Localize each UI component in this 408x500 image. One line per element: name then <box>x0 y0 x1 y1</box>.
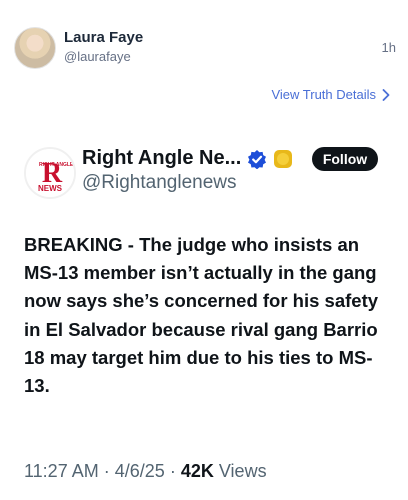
view-truth-details-label: View Truth Details <box>271 87 376 102</box>
view-truth-details-link[interactable]: View Truth Details <box>271 87 390 102</box>
svg-text:NEWS: NEWS <box>38 184 63 193</box>
author-handle[interactable]: @laurafaye <box>64 49 131 64</box>
meta-separator: · <box>103 461 110 481</box>
tweet-text: BREAKING - The judge who insists an MS-1… <box>24 234 379 397</box>
gold-badge-icon <box>274 149 293 168</box>
post-timestamp: 1h <box>381 40 396 55</box>
display-name-text: Right Angle Ne... <box>82 147 242 169</box>
avatar[interactable] <box>14 27 56 69</box>
embedded-tweet: R RIGHT ANGLE NEWS Right Angle Ne... @Ri… <box>0 140 408 500</box>
follow-button[interactable]: Follow <box>312 147 378 171</box>
tweet-avatar[interactable]: R RIGHT ANGLE NEWS <box>24 147 76 199</box>
tweet-display-name[interactable]: Right Angle Ne... <box>82 147 293 170</box>
views-label: Views <box>218 461 267 481</box>
tweet-meta: 11:27 AM · 4/6/25 · 42K Views <box>24 461 267 482</box>
verified-badge-icon <box>248 149 267 169</box>
tweet-date[interactable]: 4/6/25 <box>115 461 165 481</box>
author-name[interactable]: Laura Faye <box>64 29 143 46</box>
svg-text:RIGHT ANGLE: RIGHT ANGLE <box>39 162 74 168</box>
tweet-time[interactable]: 11:27 AM <box>24 461 99 481</box>
truth-header: Laura Faye @laurafaye 1h View Truth Deta… <box>0 0 408 140</box>
chevron-right-icon <box>382 88 390 101</box>
views-count: 42K <box>180 461 214 481</box>
meta-separator: · <box>169 461 176 481</box>
tweet-handle[interactable]: @Rightanglenews <box>82 172 237 194</box>
right-angle-news-logo: R RIGHT ANGLE NEWS <box>26 149 74 197</box>
